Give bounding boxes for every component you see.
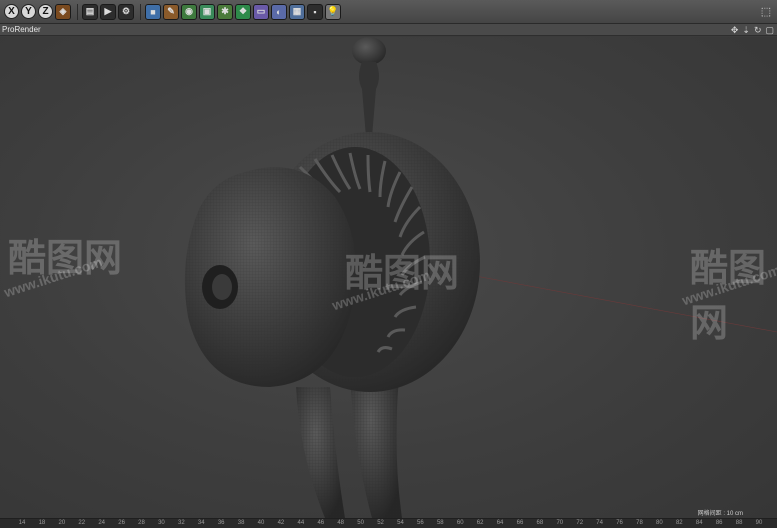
y-axis-toggle[interactable]: Y: [21, 4, 36, 19]
toolbar-right-tools: ⬚: [759, 4, 773, 18]
render-region-icon[interactable]: ▤: [82, 3, 98, 20]
3d-viewport[interactable]: 酷图网 www.ikutu.com 酷图网 www.ikutu.com 酷图网 …: [0, 37, 777, 518]
cube-icon[interactable]: ■: [145, 3, 161, 20]
rotate-view-icon[interactable]: ↻: [754, 24, 762, 36]
render-view-icon[interactable]: ▶: [100, 3, 116, 20]
world-coord-icon[interactable]: ◈: [55, 3, 71, 20]
z-axis-toggle[interactable]: Z: [38, 4, 53, 19]
render-settings-icon[interactable]: ⚙: [118, 3, 134, 20]
zoom-view-icon[interactable]: ⇣: [742, 24, 750, 36]
antenna-tip: [352, 37, 386, 65]
move-view-icon[interactable]: ✥: [731, 24, 739, 36]
viewport-title: ProRender: [2, 25, 41, 34]
environment-icon[interactable]: ▪: [307, 3, 323, 20]
toolbar-separator: [140, 3, 141, 20]
viewport-header: ProRender ✥ ⇣ ↻ ▢: [0, 24, 777, 36]
antenna-stem: [359, 62, 379, 137]
bend-deformer-icon[interactable]: ✱: [217, 3, 233, 20]
floor-icon[interactable]: ▭: [253, 3, 269, 20]
main-toolbar: X Y Z ◈ ▤ ▶ ⚙ ■ ✎ ◉ ▣ ✱ ❖ ▭ ◐ ▦ ▪ 💡 ⬚: [0, 0, 777, 24]
toolbar-separator: [77, 3, 78, 20]
grid-spacing-label: 网格间距 : 10 cm: [697, 511, 743, 517]
atom-array-icon[interactable]: ❖: [235, 3, 251, 20]
lamp-icon[interactable]: 💡: [325, 3, 341, 20]
layout-icon[interactable]: ⬚: [759, 4, 773, 18]
sky-icon[interactable]: ▦: [289, 3, 305, 20]
model-render: [184, 37, 777, 518]
subdivide-icon[interactable]: ◉: [181, 3, 197, 20]
viewport-nav-tools: ✥ ⇣ ↻ ▢: [731, 24, 774, 36]
scene-camera-icon[interactable]: ◐: [271, 3, 287, 20]
x-axis-toggle[interactable]: X: [4, 4, 19, 19]
maximize-view-icon[interactable]: ▢: [765, 24, 774, 36]
array-icon[interactable]: ▣: [199, 3, 215, 20]
x-axis-line: [469, 274, 777, 333]
pen-icon[interactable]: ✎: [163, 3, 179, 20]
